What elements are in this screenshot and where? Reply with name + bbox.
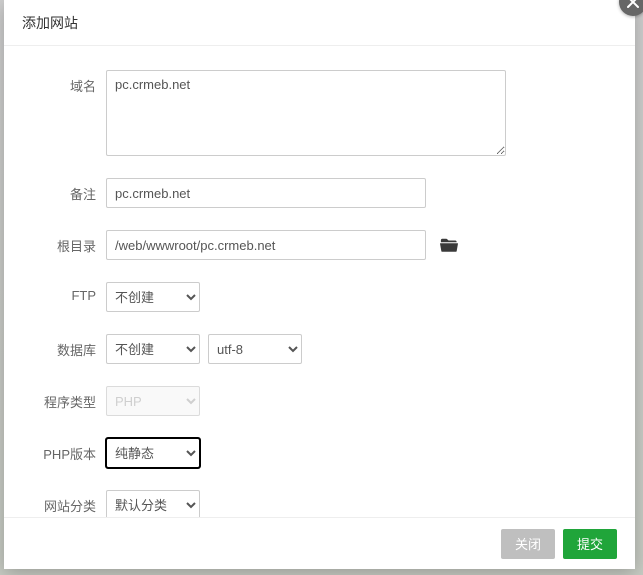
add-site-dialog: 添加网站 域名 pc.crmeb.net 备注 根目录 <box>4 0 635 569</box>
close-button[interactable]: 关闭 <box>501 529 555 559</box>
label-domain: 域名 <box>34 70 106 95</box>
ftp-select[interactable]: 不创建 <box>106 282 200 312</box>
root-dir-input[interactable] <box>106 230 426 260</box>
label-root: 根目录 <box>34 230 106 255</box>
site-category-select[interactable]: 默认分类 <box>106 490 200 520</box>
label-program: 程序类型 <box>34 386 106 411</box>
program-type-select: PHP <box>106 386 200 416</box>
dialog-header: 添加网站 <box>4 0 635 46</box>
dialog-footer: 关闭 提交 <box>4 517 635 569</box>
dialog-body: 域名 pc.crmeb.net 备注 根目录 <box>4 46 635 552</box>
label-category: 网站分类 <box>34 490 106 515</box>
database-select[interactable]: 不创建 <box>106 334 200 364</box>
dialog-title: 添加网站 <box>22 13 78 33</box>
label-php: PHP版本 <box>34 438 106 463</box>
folder-icon[interactable] <box>440 237 458 253</box>
label-ftp: FTP <box>34 282 106 303</box>
charset-select[interactable]: utf-8 <box>208 334 302 364</box>
label-database: 数据库 <box>34 334 106 359</box>
label-remark: 备注 <box>34 178 106 203</box>
submit-button[interactable]: 提交 <box>563 529 617 559</box>
php-version-select[interactable]: 纯静态 <box>106 438 200 468</box>
remark-input[interactable] <box>106 178 426 208</box>
domain-input[interactable]: pc.crmeb.net <box>106 70 506 156</box>
